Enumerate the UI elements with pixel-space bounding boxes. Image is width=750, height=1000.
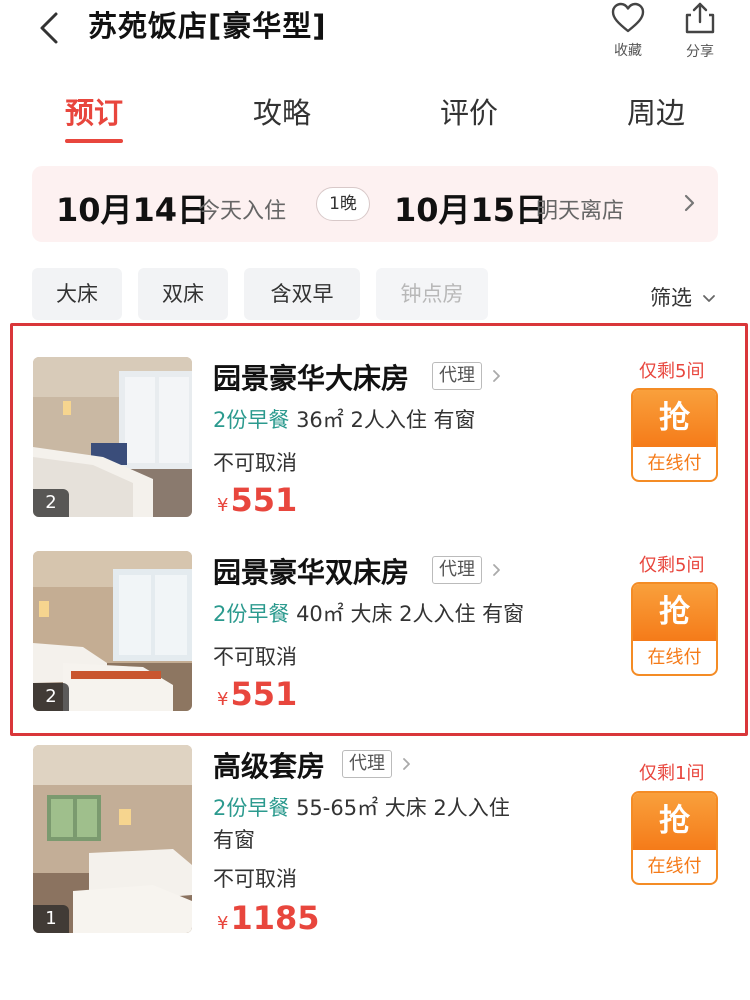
room-name: 园景豪华双床房 <box>213 556 410 589</box>
agent-tag: 代理 <box>432 556 482 584</box>
chevron-right-icon <box>684 194 695 212</box>
book-button-label: 抢 <box>633 390 716 447</box>
room-name: 园景豪华大床房 <box>213 362 410 395</box>
chevron-right-icon <box>493 564 500 576</box>
room-name: 高级套房 <box>213 750 326 783</box>
checkin-date: 10月14日 <box>56 191 210 229</box>
heart-icon <box>611 2 645 33</box>
room-features: 2份早餐 40㎡ 大床 2人入住 有窗 <box>213 598 524 630</box>
favorite-button[interactable]: 收藏 <box>603 0 653 60</box>
room-price: ¥551 <box>217 481 297 519</box>
rooms-left-notice: 仅剩5间 <box>639 555 705 576</box>
agent-tag: 代理 <box>342 750 392 778</box>
currency-symbol: ¥ <box>217 495 229 516</box>
nights-badge: 1晚 <box>316 187 370 221</box>
breakfast-info: 2份早餐 <box>213 602 290 626</box>
checkout-label: 明天离店 <box>536 199 625 224</box>
top-nav-bar: 苏苑饭店[豪华型] 收藏 分享 <box>0 0 750 60</box>
room-photo[interactable]: 2 <box>33 357 192 517</box>
room-features: 2份早餐 55-65㎡ 大床 2人入住 有窗 <box>213 792 593 856</box>
agent-tag: 代理 <box>432 362 482 390</box>
breakfast-info: 2份早餐 <box>213 796 290 820</box>
photo-count-badge: 2 <box>33 683 69 711</box>
share-icon <box>685 2 715 34</box>
filter-chip-twin-bed[interactable]: 双床 <box>138 268 228 320</box>
tab-reviews[interactable]: 评价 <box>440 90 498 132</box>
chevron-right-icon <box>493 370 500 382</box>
share-label: 分享 <box>686 44 714 60</box>
favorite-label: 收藏 <box>614 43 642 59</box>
book-button-label: 抢 <box>633 584 716 641</box>
filter-chip-hourly-room[interactable]: 钟点房 <box>376 268 488 320</box>
room-details: 36㎡ 2人入住 有窗 <box>296 408 476 432</box>
share-button[interactable]: 分享 <box>675 0 725 61</box>
tab-booking[interactable]: 预订 <box>65 90 123 132</box>
tab-guide[interactable]: 攻略 <box>253 90 311 132</box>
chevron-right-icon <box>403 758 410 770</box>
rooms-left-notice: 仅剩1间 <box>639 763 705 784</box>
cancel-policy: 不可取消 <box>213 451 297 475</box>
price-amount: 1185 <box>230 899 320 937</box>
photo-count-badge: 2 <box>33 489 69 517</box>
price-amount: 551 <box>230 481 298 519</box>
photo-count-badge: 1 <box>33 905 69 933</box>
active-tab-indicator <box>65 139 123 143</box>
rooms-left-notice: 仅剩5间 <box>639 361 705 382</box>
filter-label: 筛选 <box>650 286 692 310</box>
room-details-line2: 有窗 <box>213 828 255 852</box>
currency-symbol: ¥ <box>217 689 229 710</box>
room-photo[interactable]: 2 <box>33 551 192 711</box>
hotel-title: 苏苑饭店[豪华型] <box>88 9 327 43</box>
filter-chip-double-breakfast[interactable]: 含双早 <box>244 268 360 320</box>
book-button-label: 抢 <box>633 793 716 850</box>
checkin-label: 今天入住 <box>198 199 287 224</box>
room-details: 55-65㎡ 大床 2人入住 <box>296 796 510 820</box>
pay-online-label: 在线付 <box>647 856 702 877</box>
tab-nearby[interactable]: 周边 <box>627 90 685 132</box>
price-amount: 551 <box>230 675 298 713</box>
checkout-date: 10月15日 <box>394 191 548 229</box>
stay-dates-bar[interactable]: 10月14日 今天入住 1晚 10月15日 明天离店 <box>32 166 718 242</box>
cancel-policy: 不可取消 <box>213 867 297 891</box>
book-button[interactable]: 抢 在线付 <box>631 388 718 482</box>
currency-symbol: ¥ <box>217 913 229 934</box>
breakfast-info: 2份早餐 <box>213 408 290 432</box>
room-photo[interactable]: 1 <box>33 745 192 933</box>
chevron-down-icon <box>702 295 715 302</box>
book-button[interactable]: 抢 在线付 <box>631 582 718 676</box>
pay-online-label: 在线付 <box>647 453 702 474</box>
book-button[interactable]: 抢 在线付 <box>631 791 718 885</box>
filter-button[interactable]: 筛选 <box>650 282 717 312</box>
room-price: ¥551 <box>217 675 297 713</box>
room-price: ¥1185 <box>217 899 320 937</box>
room-details: 40㎡ 大床 2人入住 有窗 <box>296 602 525 626</box>
cancel-policy: 不可取消 <box>213 645 297 669</box>
filter-chip-king-bed[interactable]: 大床 <box>32 268 122 320</box>
room-features: 2份早餐 36㎡ 2人入住 有窗 <box>213 404 476 436</box>
back-arrow-icon[interactable] <box>30 8 70 48</box>
pay-online-label: 在线付 <box>647 647 702 668</box>
